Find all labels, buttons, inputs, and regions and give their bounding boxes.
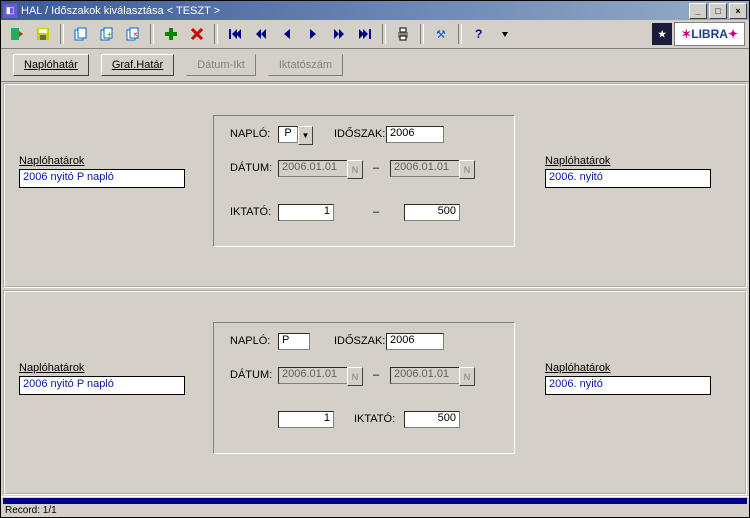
iktato-to-input[interactable]: 500 [404, 411, 460, 428]
window-title: HAL / Időszakok kiválasztása < TESZT > [21, 5, 687, 17]
iktato-to-input[interactable]: 500 [404, 204, 460, 221]
record-indicator: Record: 1/1 [1, 505, 749, 516]
iktatoszam-button: Iktatószám [268, 54, 343, 76]
upper-right-value[interactable]: 2006. nyitó [545, 169, 711, 188]
datum-to-picker-icon[interactable]: N [459, 160, 475, 179]
close-button[interactable]: × [729, 3, 747, 19]
naplo-dropdown-icon[interactable]: ▼ [298, 126, 313, 145]
toolbar-separator [214, 24, 218, 44]
iktato-from-input[interactable]: 1 [278, 411, 334, 428]
datum-label: DÁTUM: [230, 369, 272, 381]
app-window: ◧ HAL / Időszakok kiválasztása < TESZT >… [0, 0, 750, 518]
lower-left-value[interactable]: 2006 nyitó P napló [19, 376, 185, 395]
datum-label: DÁTUM: [230, 162, 272, 174]
idoszak-label: IDŐSZAK: [334, 335, 385, 347]
datum-dash: – [373, 369, 379, 381]
title-bar: ◧ HAL / Időszakok kiválasztása < TESZT >… [1, 1, 749, 20]
delete-record-icon[interactable] [185, 22, 209, 46]
prev-record-icon[interactable] [275, 22, 299, 46]
svg-text:?: ? [475, 27, 482, 41]
print-icon[interactable] [391, 22, 415, 46]
datum-from-picker-icon[interactable]: N [347, 367, 363, 386]
brand-logo-libra: ✶LIBRA✦ [674, 22, 745, 46]
app-icon: ◧ [3, 4, 17, 18]
action-bar: Naplóhatár Graf.Határ Dátum-Ikt Iktatósz… [1, 49, 749, 82]
iktato-label: IKTATÓ: [354, 413, 395, 425]
svg-text:+: + [107, 30, 112, 39]
prev-set-icon[interactable] [249, 22, 273, 46]
main-toolbar: + × ⚒ ? ★ ✶LIBRA✦ [1, 20, 749, 49]
lower-block: Naplóhatárok 2006 nyitó P napló Naplóhat… [3, 290, 747, 495]
maximize-button[interactable]: □ [709, 3, 727, 19]
tools-icon[interactable]: ⚒ [429, 22, 453, 46]
datum-from-input: 2006.01.01 [278, 160, 348, 177]
svg-text:×: × [133, 30, 138, 39]
datumikt-button: Dátum-Ikt [186, 54, 256, 76]
naplo-label: NAPLÓ: [230, 128, 270, 140]
datum-dash: – [373, 162, 379, 174]
minimize-button[interactable]: _ [689, 3, 707, 19]
datum-to-picker-icon[interactable]: N [459, 367, 475, 386]
toolbar-separator [458, 24, 462, 44]
copy-plus-icon[interactable]: + [95, 22, 119, 46]
naplohatar-button[interactable]: Naplóhatár [13, 54, 89, 76]
status-blue-bar [3, 498, 747, 504]
brand-logo-dark: ★ [652, 23, 672, 45]
iktato-label: IKTATÓ: [230, 206, 271, 218]
datum-to-input: 2006.01.01 [390, 160, 460, 177]
idoszak-label: IDŐSZAK: [334, 128, 385, 140]
help-icon[interactable]: ? [467, 22, 491, 46]
save-icon[interactable] [31, 22, 55, 46]
lower-right-value[interactable]: 2006. nyitó [545, 376, 711, 395]
toolbar-separator [382, 24, 386, 44]
datum-to-input: 2006.01.01 [390, 367, 460, 384]
iktato-from-input[interactable]: 1 [278, 204, 334, 221]
naplo-label: NAPLÓ: [230, 335, 270, 347]
lower-right-label: Naplóhatárok [545, 362, 610, 374]
upper-panel: NAPLÓ: P ▼ IDŐSZAK: 2006 DÁTUM: 2006.01.… [213, 115, 515, 247]
grafhatar-button[interactable]: Graf.Határ [101, 54, 174, 76]
toolbar-separator [60, 24, 64, 44]
svg-text:⚒: ⚒ [436, 29, 446, 41]
upper-block: Naplóhatárok 2006 nyitó P napló Naplóhat… [3, 83, 747, 288]
toolbar-separator [420, 24, 424, 44]
idoszak-input[interactable]: 2006 [386, 333, 444, 350]
status-bar: Record: 1/1 [1, 496, 749, 517]
idoszak-input[interactable]: 2006 [386, 126, 444, 143]
first-record-icon[interactable] [223, 22, 247, 46]
lower-panel: NAPLÓ: P IDŐSZAK: 2006 DÁTUM: 2006.01.01… [213, 322, 515, 454]
next-record-icon[interactable] [301, 22, 325, 46]
copy-remove-icon[interactable]: × [121, 22, 145, 46]
exit-icon[interactable] [5, 22, 29, 46]
content-area: Naplóhatárok 2006 nyitó P napló Naplóhat… [1, 82, 749, 496]
last-record-icon[interactable] [353, 22, 377, 46]
toolbar-separator [150, 24, 154, 44]
insert-record-icon[interactable] [159, 22, 183, 46]
lower-left-label: Naplóhatárok [19, 362, 84, 374]
datum-from-picker-icon[interactable]: N [347, 160, 363, 179]
upper-right-label: Naplóhatárok [545, 155, 610, 167]
upper-left-label: Naplóhatárok [19, 155, 84, 167]
upper-left-value[interactable]: 2006 nyitó P napló [19, 169, 185, 188]
iktato-dash: – [373, 206, 379, 218]
next-set-icon[interactable] [327, 22, 351, 46]
help-dropdown-icon[interactable] [493, 22, 517, 46]
datum-from-input: 2006.01.01 [278, 367, 348, 384]
naplo-input[interactable]: P [278, 126, 298, 143]
copy-icon[interactable] [69, 22, 93, 46]
naplo-input[interactable]: P [278, 333, 310, 350]
